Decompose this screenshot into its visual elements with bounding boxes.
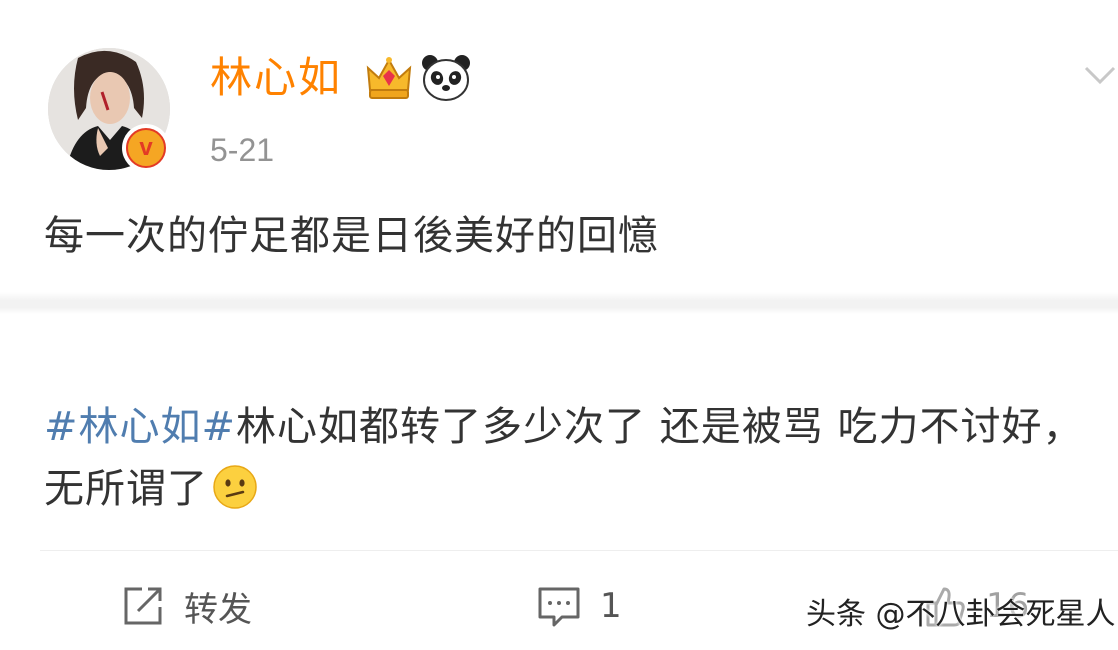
post-date: 5-21 bbox=[210, 132, 275, 168]
panda-icon bbox=[422, 55, 470, 101]
comment-icon bbox=[538, 587, 580, 627]
crown-icon bbox=[366, 57, 412, 99]
original-post-text: 每一次的佇足都是日後美好的回憶 bbox=[44, 213, 659, 259]
action-divider bbox=[40, 550, 1118, 551]
repost-text: #林心如#林心如都转了多少次了 还是被骂 吃力不讨好，无所谓了 bbox=[44, 396, 1104, 520]
verified-badge-icon: v bbox=[122, 124, 170, 172]
hashtag-link[interactable]: #林心如# bbox=[44, 404, 236, 450]
post-header: v 林心如 5-21 每一次的佇足都是日後美好的回憶 bbox=[0, 0, 1118, 259]
confused-face-icon bbox=[213, 465, 257, 509]
chevron-down-icon[interactable] bbox=[1082, 60, 1118, 90]
author-name[interactable]: 林心如 bbox=[210, 52, 342, 104]
section-divider bbox=[0, 292, 1118, 314]
watermark: 头条 @不八卦会死星人 bbox=[806, 597, 1116, 632]
repost-label: 转发 bbox=[184, 589, 252, 630]
repost-icon bbox=[124, 587, 162, 625]
comment-count: 1 bbox=[600, 586, 622, 626]
repost-button[interactable]: 转发 bbox=[120, 582, 252, 630]
comment-button[interactable]: 1 bbox=[536, 582, 622, 630]
